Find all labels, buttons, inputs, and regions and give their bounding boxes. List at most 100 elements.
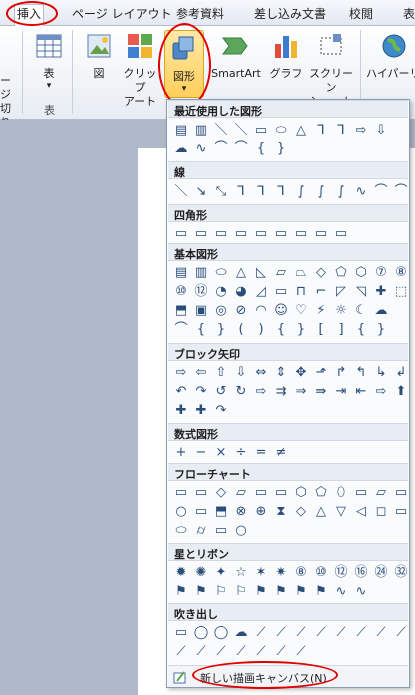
shape-rects-2-icon[interactable]: ▭: [211, 224, 231, 242]
shape-stars2-9-icon[interactable]: ∿: [351, 582, 371, 600]
shape-callouts1-1-icon[interactable]: ◯: [191, 623, 211, 641]
shape-basic1-1-icon[interactable]: ▥: [191, 263, 211, 281]
shape-lines-1-icon[interactable]: ↘: [191, 182, 211, 200]
shape-flow3-3-icon[interactable]: ○: [231, 521, 251, 539]
shape-flow1-4-icon[interactable]: ▭: [251, 483, 271, 501]
shape-flow1-2-icon[interactable]: ◇: [211, 483, 231, 501]
shape-recent2-0-icon[interactable]: ☁: [171, 139, 191, 157]
shape-flow2-1-icon[interactable]: ▭: [191, 502, 211, 520]
shape-callouts1-4-icon[interactable]: ⟋: [251, 623, 271, 641]
shape-basic4-4-icon[interactable]: ): [251, 320, 271, 338]
shape-stars1-0-icon[interactable]: ✹: [171, 563, 191, 581]
shape-stars1-8-icon[interactable]: ⑫: [331, 563, 351, 581]
shape-stars1-2-icon[interactable]: ✦: [211, 563, 231, 581]
shape-basic2-8-icon[interactable]: ◸: [331, 282, 351, 300]
shape-basic3-8-icon[interactable]: ☼: [331, 301, 351, 319]
shape-callouts1-11-icon[interactable]: ⟋: [391, 623, 411, 641]
shape-arrows3-2-icon[interactable]: ↷: [211, 401, 231, 419]
shape-basic1-5-icon[interactable]: ▱: [271, 263, 291, 281]
shape-recent2-5-icon[interactable]: }: [271, 139, 291, 157]
shape-recent-8-icon[interactable]: ⅂: [331, 121, 351, 139]
shape-recent-7-icon[interactable]: ⅂: [311, 121, 331, 139]
shape-basic3-2-icon[interactable]: ◎: [211, 301, 231, 319]
shape-lines-8-icon[interactable]: ∫: [331, 182, 351, 200]
shape-flow1-1-icon[interactable]: ▭: [191, 483, 211, 501]
shape-basic2-2-icon[interactable]: ◔: [211, 282, 231, 300]
shape-basic2-6-icon[interactable]: ⊓: [291, 282, 311, 300]
shape-stars2-8-icon[interactable]: ∿: [331, 582, 351, 600]
shape-recent2-3-icon[interactable]: ⌒: [231, 139, 251, 157]
shape-basic4-2-icon[interactable]: }: [211, 320, 231, 338]
shape-basic4-5-icon[interactable]: {: [271, 320, 291, 338]
shape-recent-10-icon[interactable]: ⇩: [371, 121, 391, 139]
shape-arrows2-11-icon[interactable]: ⬆: [391, 382, 411, 400]
shape-flow2-11-icon[interactable]: ▭: [391, 502, 411, 520]
shape-flow1-0-icon[interactable]: ▭: [171, 483, 191, 501]
shape-basic3-7-icon[interactable]: ⚡: [311, 301, 331, 319]
shape-callouts1-9-icon[interactable]: ⟋: [351, 623, 371, 641]
shape-basic1-4-icon[interactable]: ◺: [251, 263, 271, 281]
shape-basic2-3-icon[interactable]: ◕: [231, 282, 251, 300]
tab-mailings[interactable]: 差し込み文書: [254, 5, 326, 22]
shape-stars1-6-icon[interactable]: ⑧: [291, 563, 311, 581]
chart-button[interactable]: グラフ: [268, 32, 304, 81]
table-button[interactable]: 表 ▾: [32, 32, 66, 91]
shape-recent2-1-icon[interactable]: ∿: [191, 139, 211, 157]
shape-arrows1-5-icon[interactable]: ⇕: [271, 363, 291, 381]
shape-arrows1-2-icon[interactable]: ⇧: [211, 363, 231, 381]
shape-basic1-2-icon[interactable]: ⬭: [211, 263, 231, 281]
shape-stars2-3-icon[interactable]: ⚐: [231, 582, 251, 600]
shape-flow2-9-icon[interactable]: ◁: [351, 502, 371, 520]
shape-stars2-6-icon[interactable]: ⚑: [291, 582, 311, 600]
shape-recent2-2-icon[interactable]: ⌒: [211, 139, 231, 157]
shape-arrows2-6-icon[interactable]: ⇒: [291, 382, 311, 400]
shape-flow2-10-icon[interactable]: ◻: [371, 502, 391, 520]
shape-stars2-0-icon[interactable]: ⚑: [171, 582, 191, 600]
shape-basic4-8-icon[interactable]: ]: [331, 320, 351, 338]
shape-basic4-6-icon[interactable]: }: [291, 320, 311, 338]
shape-basic2-10-icon[interactable]: ✚: [371, 282, 391, 300]
shape-callouts2-1-icon[interactable]: ⟋: [191, 642, 211, 660]
shape-arrows2-8-icon[interactable]: ⇥: [331, 382, 351, 400]
shape-arrows2-3-icon[interactable]: ↻: [231, 382, 251, 400]
shape-math-3-icon[interactable]: ÷: [231, 443, 251, 461]
shape-basic3-5-icon[interactable]: ☺: [271, 301, 291, 319]
shape-arrows2-9-icon[interactable]: ⇤: [351, 382, 371, 400]
shape-callouts1-3-icon[interactable]: ☁: [231, 623, 251, 641]
shape-basic2-1-icon[interactable]: ⑫: [191, 282, 211, 300]
clip-art-button[interactable]: クリップ アート: [120, 32, 160, 109]
shape-arrows2-4-icon[interactable]: ⇨: [251, 382, 271, 400]
shape-callouts1-8-icon[interactable]: ⟋: [331, 623, 351, 641]
shape-recent-1-icon[interactable]: ▥: [191, 121, 211, 139]
shape-basic2-7-icon[interactable]: ⌐: [311, 282, 331, 300]
shape-arrows2-5-icon[interactable]: ⇉: [271, 382, 291, 400]
shape-basic1-10-icon[interactable]: ⑦: [371, 263, 391, 281]
shape-arrows1-0-icon[interactable]: ⇨: [171, 363, 191, 381]
shape-lines-6-icon[interactable]: ∫: [291, 182, 311, 200]
shape-flow1-7-icon[interactable]: ⬠: [311, 483, 331, 501]
shape-arrows1-3-icon[interactable]: ⇩: [231, 363, 251, 381]
shape-arrows1-8-icon[interactable]: ↱: [331, 363, 351, 381]
shape-lines-3-icon[interactable]: ⅂: [231, 182, 251, 200]
shape-stars1-4-icon[interactable]: ✶: [251, 563, 271, 581]
shape-arrows1-4-icon[interactable]: ⇔: [251, 363, 271, 381]
shape-math-0-icon[interactable]: +: [171, 443, 191, 461]
shape-basic2-9-icon[interactable]: ◹: [351, 282, 371, 300]
shape-arrows1-11-icon[interactable]: ↲: [391, 363, 411, 381]
shape-callouts2-5-icon[interactable]: ⟋: [271, 642, 291, 660]
shape-recent-3-icon[interactable]: ＼: [231, 121, 251, 139]
shape-flow3-2-icon[interactable]: ▭: [211, 521, 231, 539]
shape-rects-0-icon[interactable]: ▭: [171, 224, 191, 242]
shape-flow3-1-icon[interactable]: ⌭: [191, 521, 211, 539]
shape-basic3-4-icon[interactable]: ◠: [251, 301, 271, 319]
shape-recent2-4-icon[interactable]: {: [251, 139, 271, 157]
shape-callouts1-10-icon[interactable]: ⟋: [371, 623, 391, 641]
smartart-button[interactable]: SmartArt: [208, 32, 264, 81]
shape-arrows1-9-icon[interactable]: ↰: [351, 363, 371, 381]
shape-basic4-0-icon[interactable]: ⌒: [171, 320, 191, 338]
shape-basic1-8-icon[interactable]: ⬠: [331, 263, 351, 281]
shape-stars2-1-icon[interactable]: ⚑: [191, 582, 211, 600]
shape-basic3-6-icon[interactable]: ♡: [291, 301, 311, 319]
shape-flow2-4-icon[interactable]: ⊕: [251, 502, 271, 520]
shape-basic2-5-icon[interactable]: ▭: [271, 282, 291, 300]
